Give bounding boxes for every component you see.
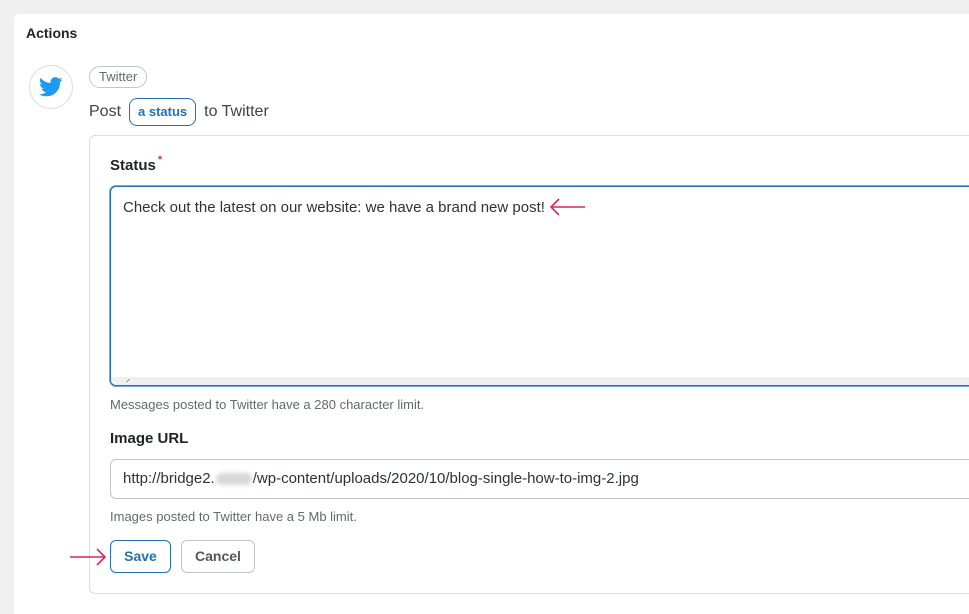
status-label: Status *: [110, 154, 163, 174]
blurred-domain: [215, 473, 252, 486]
left-arrow-annotation-icon: [549, 198, 585, 216]
required-marker: *: [157, 154, 163, 166]
image-url-prefix: http://bridge2.: [123, 470, 215, 487]
section-title: Actions: [26, 25, 78, 41]
save-button[interactable]: Save: [110, 540, 171, 573]
textarea-resize-bar: [111, 377, 969, 385]
twitter-bird-icon: [39, 77, 63, 97]
status-textarea[interactable]: Check out the latest on our website: we …: [110, 186, 969, 386]
status-help-text: Messages posted to Twitter have a 280 ch…: [110, 397, 425, 412]
action-variable-selector[interactable]: a status: [129, 98, 197, 126]
right-arrow-annotation-icon: [70, 548, 107, 566]
service-icon-badge: [29, 65, 73, 109]
image-url-suffix: /wp-content/uploads/2020/10/blog-single-…: [252, 470, 639, 487]
image-url-help-text: Images posted to Twitter have a 5 Mb lim…: [110, 509, 357, 524]
image-url-input[interactable]: http://bridge2. /wp-content/uploads/2020/…: [110, 459, 969, 499]
action-sentence: Post a status to Twitter: [89, 98, 269, 126]
sentence-prefix: Post: [89, 103, 122, 120]
status-label-text: Status: [110, 157, 156, 174]
sentence-suffix: to Twitter: [204, 103, 269, 120]
cancel-button[interactable]: Cancel: [181, 540, 255, 573]
status-text: Check out the latest on our website: we …: [123, 199, 545, 216]
image-url-label: Image URL: [110, 430, 189, 447]
service-tag: Twitter: [89, 66, 148, 88]
